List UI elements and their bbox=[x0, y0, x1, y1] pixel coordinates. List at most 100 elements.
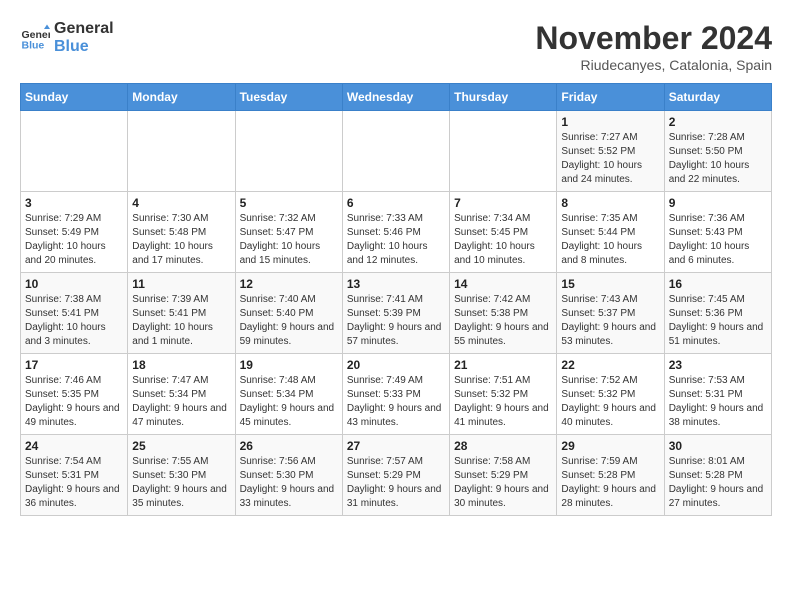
calendar-cell: 6 Sunrise: 7:33 AM Sunset: 5:46 PM Daylig… bbox=[342, 192, 449, 273]
day-detail: Sunrise: 7:36 AM Sunset: 5:43 PM Dayligh… bbox=[669, 212, 767, 268]
day-number: 18 bbox=[132, 358, 230, 372]
day-number: 9 bbox=[669, 196, 767, 210]
calendar-cell: 2 Sunrise: 7:28 AM Sunset: 5:50 PM Daylig… bbox=[664, 111, 771, 192]
calendar-cell bbox=[235, 111, 342, 192]
calendar-cell: 5 Sunrise: 7:32 AM Sunset: 5:47 PM Daylig… bbox=[235, 192, 342, 273]
day-number: 16 bbox=[669, 277, 767, 291]
calendar-week-row: 24Sunrise: 7:54 AM Sunset: 5:31 PM Dayli… bbox=[21, 435, 772, 516]
calendar-cell: 30Sunrise: 8:01 AM Sunset: 5:28 PM Dayli… bbox=[664, 435, 771, 516]
calendar-cell: 20 Sunrise: 7:49 AM Sunset: 5:33 PM Dayli… bbox=[342, 354, 449, 435]
day-header: Monday bbox=[128, 84, 235, 111]
day-number: 20 bbox=[347, 358, 445, 372]
day-number: 27 bbox=[347, 439, 445, 453]
logo-line2: Blue bbox=[54, 38, 114, 56]
day-detail: Sunrise: 7:32 AM Sunset: 5:47 PM Dayligh… bbox=[240, 212, 338, 268]
day-header: Wednesday bbox=[342, 84, 449, 111]
day-detail: Sunrise: 7:42 AM Sunset: 5:38 PM Dayligh… bbox=[454, 293, 552, 349]
day-detail: Sunrise: 7:41 AM Sunset: 5:39 PM Dayligh… bbox=[347, 293, 445, 349]
day-detail: Sunrise: 7:59 AM Sunset: 5:28 PM Dayligh… bbox=[561, 455, 659, 511]
day-number: 5 bbox=[240, 196, 338, 210]
day-detail: Sunrise: 7:33 AM Sunset: 5:46 PM Dayligh… bbox=[347, 212, 445, 268]
day-header: Friday bbox=[557, 84, 664, 111]
day-number: 2 bbox=[669, 115, 767, 129]
page-header: General Blue General Blue November 2024 … bbox=[20, 20, 772, 73]
day-number: 7 bbox=[454, 196, 552, 210]
day-number: 11 bbox=[132, 277, 230, 291]
day-detail: Sunrise: 7:27 AM Sunset: 5:52 PM Dayligh… bbox=[561, 131, 659, 187]
day-header: Thursday bbox=[450, 84, 557, 111]
calendar-cell: 27 Sunrise: 7:57 AM Sunset: 5:29 PM Dayli… bbox=[342, 435, 449, 516]
day-detail: Sunrise: 7:53 AM Sunset: 5:31 PM Dayligh… bbox=[669, 374, 767, 430]
day-detail: Sunrise: 7:39 AM Sunset: 5:41 PM Dayligh… bbox=[132, 293, 230, 349]
day-number: 15 bbox=[561, 277, 659, 291]
calendar-cell: 16 Sunrise: 7:45 AM Sunset: 5:36 PM Dayli… bbox=[664, 273, 771, 354]
day-detail: Sunrise: 7:35 AM Sunset: 5:44 PM Dayligh… bbox=[561, 212, 659, 268]
day-number: 13 bbox=[347, 277, 445, 291]
day-detail: Sunrise: 8:01 AM Sunset: 5:28 PM Dayligh… bbox=[669, 455, 767, 511]
calendar-cell: 14 Sunrise: 7:42 AM Sunset: 5:38 PM Dayli… bbox=[450, 273, 557, 354]
day-number: 23 bbox=[669, 358, 767, 372]
month-title: November 2024 bbox=[535, 20, 772, 57]
day-detail: Sunrise: 7:29 AM Sunset: 5:49 PM Dayligh… bbox=[25, 212, 123, 268]
calendar-cell: 25 Sunrise: 7:55 AM Sunset: 5:30 PM Dayli… bbox=[128, 435, 235, 516]
day-number: 8 bbox=[561, 196, 659, 210]
day-number: 28 bbox=[454, 439, 552, 453]
calendar-week-row: 1 Sunrise: 7:27 AM Sunset: 5:52 PM Daylig… bbox=[21, 111, 772, 192]
calendar-cell: 24Sunrise: 7:54 AM Sunset: 5:31 PM Dayli… bbox=[21, 435, 128, 516]
day-number: 19 bbox=[240, 358, 338, 372]
day-detail: Sunrise: 7:28 AM Sunset: 5:50 PM Dayligh… bbox=[669, 131, 767, 187]
day-number: 21 bbox=[454, 358, 552, 372]
calendar-cell: 23 Sunrise: 7:53 AM Sunset: 5:31 PM Dayli… bbox=[664, 354, 771, 435]
day-detail: Sunrise: 7:51 AM Sunset: 5:32 PM Dayligh… bbox=[454, 374, 552, 430]
day-number: 17 bbox=[25, 358, 123, 372]
calendar-cell: 9 Sunrise: 7:36 AM Sunset: 5:43 PM Daylig… bbox=[664, 192, 771, 273]
calendar-cell: 26Sunrise: 7:56 AM Sunset: 5:30 PM Dayli… bbox=[235, 435, 342, 516]
day-number: 1 bbox=[561, 115, 659, 129]
day-header: Saturday bbox=[664, 84, 771, 111]
calendar-cell: 28 Sunrise: 7:58 AM Sunset: 5:29 PM Dayli… bbox=[450, 435, 557, 516]
day-detail: Sunrise: 7:54 AM Sunset: 5:31 PM Dayligh… bbox=[25, 455, 123, 511]
day-detail: Sunrise: 7:43 AM Sunset: 5:37 PM Dayligh… bbox=[561, 293, 659, 349]
calendar-cell: 4Sunrise: 7:30 AM Sunset: 5:48 PM Daylig… bbox=[128, 192, 235, 273]
calendar-cell: 8 Sunrise: 7:35 AM Sunset: 5:44 PM Daylig… bbox=[557, 192, 664, 273]
day-number: 3 bbox=[25, 196, 123, 210]
day-detail: Sunrise: 7:47 AM Sunset: 5:34 PM Dayligh… bbox=[132, 374, 230, 430]
calendar-cell: 29Sunrise: 7:59 AM Sunset: 5:28 PM Dayli… bbox=[557, 435, 664, 516]
calendar-cell: 15 Sunrise: 7:43 AM Sunset: 5:37 PM Dayli… bbox=[557, 273, 664, 354]
day-header: Tuesday bbox=[235, 84, 342, 111]
calendar-cell bbox=[128, 111, 235, 192]
day-detail: Sunrise: 7:40 AM Sunset: 5:40 PM Dayligh… bbox=[240, 293, 338, 349]
calendar-cell: 10Sunrise: 7:38 AM Sunset: 5:41 PM Dayli… bbox=[21, 273, 128, 354]
day-detail: Sunrise: 7:58 AM Sunset: 5:29 PM Dayligh… bbox=[454, 455, 552, 511]
calendar-cell: 19 Sunrise: 7:48 AM Sunset: 5:34 PM Dayli… bbox=[235, 354, 342, 435]
logo-icon: General Blue bbox=[20, 23, 50, 53]
calendar-cell: 17Sunrise: 7:46 AM Sunset: 5:35 PM Dayli… bbox=[21, 354, 128, 435]
calendar-cell: 22 Sunrise: 7:52 AM Sunset: 5:32 PM Dayli… bbox=[557, 354, 664, 435]
calendar-cell: 1 Sunrise: 7:27 AM Sunset: 5:52 PM Daylig… bbox=[557, 111, 664, 192]
day-detail: Sunrise: 7:45 AM Sunset: 5:36 PM Dayligh… bbox=[669, 293, 767, 349]
day-detail: Sunrise: 7:49 AM Sunset: 5:33 PM Dayligh… bbox=[347, 374, 445, 430]
day-number: 22 bbox=[561, 358, 659, 372]
day-detail: Sunrise: 7:52 AM Sunset: 5:32 PM Dayligh… bbox=[561, 374, 659, 430]
calendar-cell bbox=[342, 111, 449, 192]
day-detail: Sunrise: 7:57 AM Sunset: 5:29 PM Dayligh… bbox=[347, 455, 445, 511]
day-number: 6 bbox=[347, 196, 445, 210]
calendar-cell: 21 Sunrise: 7:51 AM Sunset: 5:32 PM Dayli… bbox=[450, 354, 557, 435]
calendar-cell: 7Sunrise: 7:34 AM Sunset: 5:45 PM Daylig… bbox=[450, 192, 557, 273]
calendar-header-row: SundayMondayTuesdayWednesdayThursdayFrid… bbox=[21, 84, 772, 111]
calendar-cell: 18 Sunrise: 7:47 AM Sunset: 5:34 PM Dayli… bbox=[128, 354, 235, 435]
calendar-cell bbox=[450, 111, 557, 192]
day-number: 14 bbox=[454, 277, 552, 291]
day-detail: Sunrise: 7:55 AM Sunset: 5:30 PM Dayligh… bbox=[132, 455, 230, 511]
day-detail: Sunrise: 7:56 AM Sunset: 5:30 PM Dayligh… bbox=[240, 455, 338, 511]
logo: General Blue General Blue bbox=[20, 20, 114, 55]
logo-line1: General bbox=[54, 20, 114, 38]
calendar-week-row: 3 Sunrise: 7:29 AM Sunset: 5:49 PM Daylig… bbox=[21, 192, 772, 273]
day-number: 25 bbox=[132, 439, 230, 453]
day-detail: Sunrise: 7:30 AM Sunset: 5:48 PM Dayligh… bbox=[132, 212, 230, 268]
title-block: November 2024 Riudecanyes, Catalonia, Sp… bbox=[535, 20, 772, 73]
calendar-cell: 12Sunrise: 7:40 AM Sunset: 5:40 PM Dayli… bbox=[235, 273, 342, 354]
day-number: 10 bbox=[25, 277, 123, 291]
day-detail: Sunrise: 7:48 AM Sunset: 5:34 PM Dayligh… bbox=[240, 374, 338, 430]
calendar-cell bbox=[21, 111, 128, 192]
